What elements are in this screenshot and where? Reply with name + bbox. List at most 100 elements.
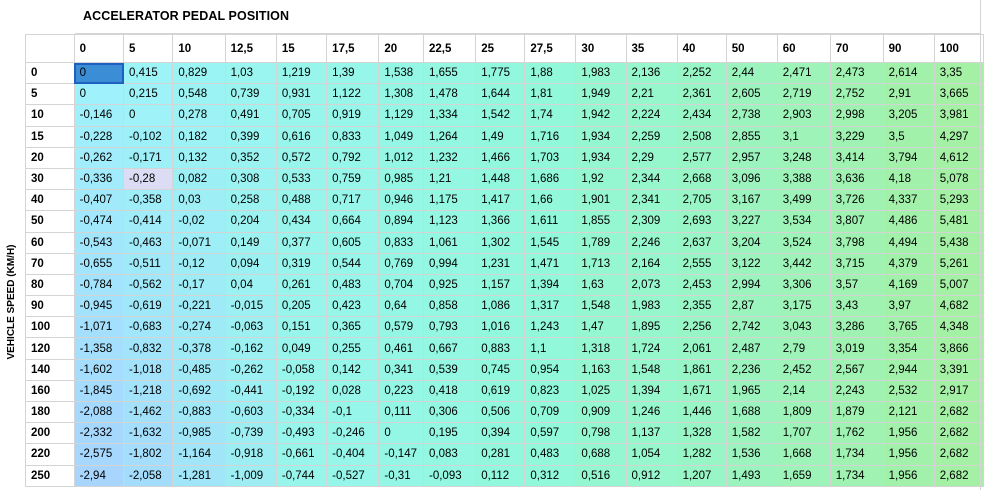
table-cell[interactable]: 0,142 xyxy=(326,358,380,381)
table-cell[interactable]: 1,956 xyxy=(882,443,935,466)
table-cell[interactable]: -1,164 xyxy=(172,443,226,466)
table-cell[interactable]: -0,463 xyxy=(123,231,174,254)
table-cell[interactable]: -0,474 xyxy=(73,210,125,233)
row-header[interactable]: 20 xyxy=(25,146,75,169)
table-cell[interactable]: 0,858 xyxy=(423,295,477,318)
column-header[interactable]: 90 xyxy=(882,34,935,63)
table-cell[interactable]: 2,637 xyxy=(676,231,727,254)
table-cell[interactable]: 0,082 xyxy=(172,167,226,191)
table-cell[interactable]: 0,833 xyxy=(326,125,380,148)
table-cell[interactable]: 1,956 xyxy=(882,422,935,445)
table-cell[interactable]: 2,453 xyxy=(676,273,727,297)
table-cell[interactable]: 3,286 xyxy=(829,316,884,339)
table-cell[interactable]: -0,015 xyxy=(224,295,277,318)
table-cell[interactable]: 0,616 xyxy=(275,125,328,148)
table-cell[interactable]: -0,162 xyxy=(224,337,277,360)
table-cell[interactable]: 1,39 xyxy=(326,61,380,85)
table-cell[interactable]: 0,548 xyxy=(172,83,226,106)
table-cell[interactable]: 2,252 xyxy=(676,61,727,85)
table-cell[interactable]: 2,29 xyxy=(625,146,678,169)
table-cell[interactable]: 1,879 xyxy=(829,400,884,424)
table-cell[interactable]: 5,438 xyxy=(933,231,984,254)
table-cell[interactable]: 3,354 xyxy=(882,337,935,360)
table-cell[interactable]: -1,802 xyxy=(123,443,174,466)
table-cell[interactable]: 3,442 xyxy=(776,252,831,275)
table-cell[interactable]: 0,619 xyxy=(475,379,526,403)
table-cell[interactable]: 0,365 xyxy=(326,316,380,339)
table-cell[interactable]: 0,533 xyxy=(275,167,328,191)
column-header[interactable]: 12,5 xyxy=(224,34,277,63)
table-cell[interactable]: 1,734 xyxy=(829,443,884,466)
table-cell[interactable]: 4,494 xyxy=(882,231,935,254)
table-cell[interactable]: 2,742 xyxy=(725,316,778,339)
table-cell[interactable]: -0,063 xyxy=(224,316,277,339)
table-cell[interactable]: 0,418 xyxy=(423,379,477,403)
row-header[interactable]: 90 xyxy=(25,295,75,318)
table-cell[interactable]: 1,446 xyxy=(676,400,727,424)
table-cell[interactable]: 0,049 xyxy=(275,337,328,360)
table-cell[interactable]: 0,739 xyxy=(224,83,277,106)
table-cell[interactable]: -0,071 xyxy=(172,231,226,254)
table-cell[interactable]: 0,308 xyxy=(224,167,277,191)
table-cell[interactable]: 0,423 xyxy=(326,295,380,318)
column-header[interactable]: 0 xyxy=(73,34,125,63)
table-cell[interactable]: 3,414 xyxy=(829,146,884,169)
table-cell[interactable]: 1,417 xyxy=(475,189,526,212)
table-cell[interactable]: 1,855 xyxy=(575,210,627,233)
row-header[interactable]: 180 xyxy=(25,400,75,424)
table-cell[interactable]: 1,895 xyxy=(625,316,678,339)
row-header[interactable]: 30 xyxy=(25,167,75,191)
table-cell[interactable]: 2,998 xyxy=(829,104,884,127)
table-cell[interactable]: -0,683 xyxy=(123,316,174,339)
table-cell[interactable]: 1,861 xyxy=(676,358,727,381)
table-cell[interactable]: 4,612 xyxy=(933,146,984,169)
column-header[interactable]: 27,5 xyxy=(524,34,577,63)
table-cell[interactable]: 0,488 xyxy=(275,189,328,212)
table-cell[interactable]: 1,175 xyxy=(423,189,477,212)
table-cell[interactable]: 3,534 xyxy=(776,210,831,233)
table-cell[interactable]: 1,012 xyxy=(378,146,425,169)
table-cell[interactable]: 2,944 xyxy=(882,358,935,381)
table-cell[interactable]: 1,282 xyxy=(676,443,727,466)
table-cell[interactable]: -0,655 xyxy=(73,252,125,275)
table-cell[interactable]: 1,122 xyxy=(326,83,380,106)
table-cell[interactable]: -0,228 xyxy=(73,125,125,148)
table-cell[interactable]: 0,112 xyxy=(475,464,526,487)
table-cell[interactable]: 3,499 xyxy=(776,189,831,212)
table-cell[interactable]: 1,366 xyxy=(475,210,526,233)
table-cell[interactable]: 0,793 xyxy=(423,316,477,339)
column-header[interactable]: 5 xyxy=(123,34,174,63)
table-cell[interactable]: 0,717 xyxy=(326,189,380,212)
table-cell[interactable]: 0,506 xyxy=(475,400,526,424)
table-cell[interactable]: 3,665 xyxy=(933,83,984,106)
table-cell[interactable]: 0,579 xyxy=(378,316,425,339)
table-cell[interactable]: -0,883 xyxy=(172,400,226,424)
table-cell[interactable]: 3,715 xyxy=(829,252,884,275)
table-cell[interactable]: 1,47 xyxy=(575,316,627,339)
table-cell[interactable]: 2,508 xyxy=(676,125,727,148)
table-cell[interactable]: -2,332 xyxy=(73,422,125,445)
table-cell[interactable]: 0,894 xyxy=(378,210,425,233)
table-cell[interactable]: 2,577 xyxy=(676,146,727,169)
table-cell[interactable]: 0,312 xyxy=(524,464,577,487)
table-cell[interactable]: 2,567 xyxy=(829,358,884,381)
table-cell[interactable]: 1,956 xyxy=(882,464,935,487)
table-cell[interactable]: -0,404 xyxy=(326,443,380,466)
table-cell[interactable]: 0,204 xyxy=(224,210,277,233)
column-header[interactable]: 20 xyxy=(378,34,425,63)
table-cell[interactable]: 0,028 xyxy=(326,379,380,403)
table-cell[interactable]: 1,302 xyxy=(475,231,526,254)
table-cell[interactable]: 1,219 xyxy=(275,61,328,85)
table-cell[interactable]: 2,668 xyxy=(676,167,727,191)
table-cell[interactable]: 1,394 xyxy=(524,273,577,297)
table-cell[interactable]: 1,21 xyxy=(423,167,477,191)
table-cell[interactable]: 1,983 xyxy=(575,61,627,85)
table-cell[interactable]: 1,478 xyxy=(423,83,477,106)
table-cell[interactable]: 1,92 xyxy=(575,167,627,191)
table-cell[interactable]: 0,597 xyxy=(524,422,577,445)
table-cell[interactable]: 2,246 xyxy=(625,231,678,254)
table-cell[interactable]: 3,388 xyxy=(776,167,831,191)
table-cell[interactable]: 0,688 xyxy=(575,443,627,466)
table-cell[interactable]: -0,146 xyxy=(73,104,125,127)
table-cell[interactable]: 1,716 xyxy=(524,125,577,148)
